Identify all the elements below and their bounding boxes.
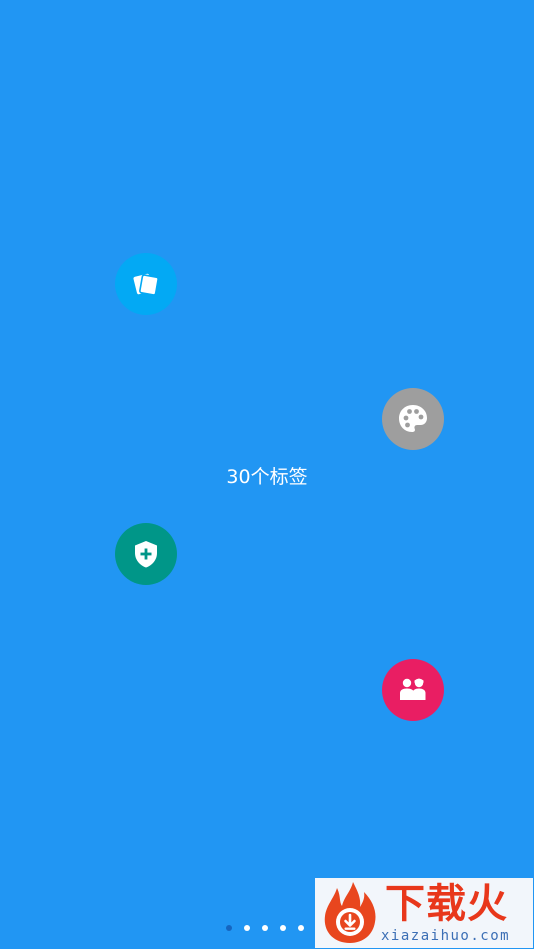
people-icon [400,678,426,700]
shield-bubble[interactable] [115,523,177,585]
page-indicator [226,925,304,931]
tags-count-label: 30个标签 [226,466,308,488]
cards-icon [133,273,159,296]
palette-icon [399,405,427,432]
page-dot-5[interactable] [298,925,304,931]
watermark-url: xiazaihuo.com [381,928,511,944]
onboarding-screen: 30个标签 下载火 xiazaihuo.com [0,0,534,949]
cards-bubble[interactable] [115,253,177,315]
page-dot-2[interactable] [244,925,250,931]
palette-bubble[interactable] [382,388,444,450]
flame-logo-icon [324,882,376,943]
people-bubble[interactable] [382,659,444,721]
watermark-brand: 下载火 [385,881,508,927]
page-dot-1[interactable] [226,925,232,931]
watermark-badge: 下载火 xiazaihuo.com [315,878,533,948]
page-dot-4[interactable] [280,925,286,931]
shield-plus-icon [135,541,157,568]
page-dot-3[interactable] [262,925,268,931]
